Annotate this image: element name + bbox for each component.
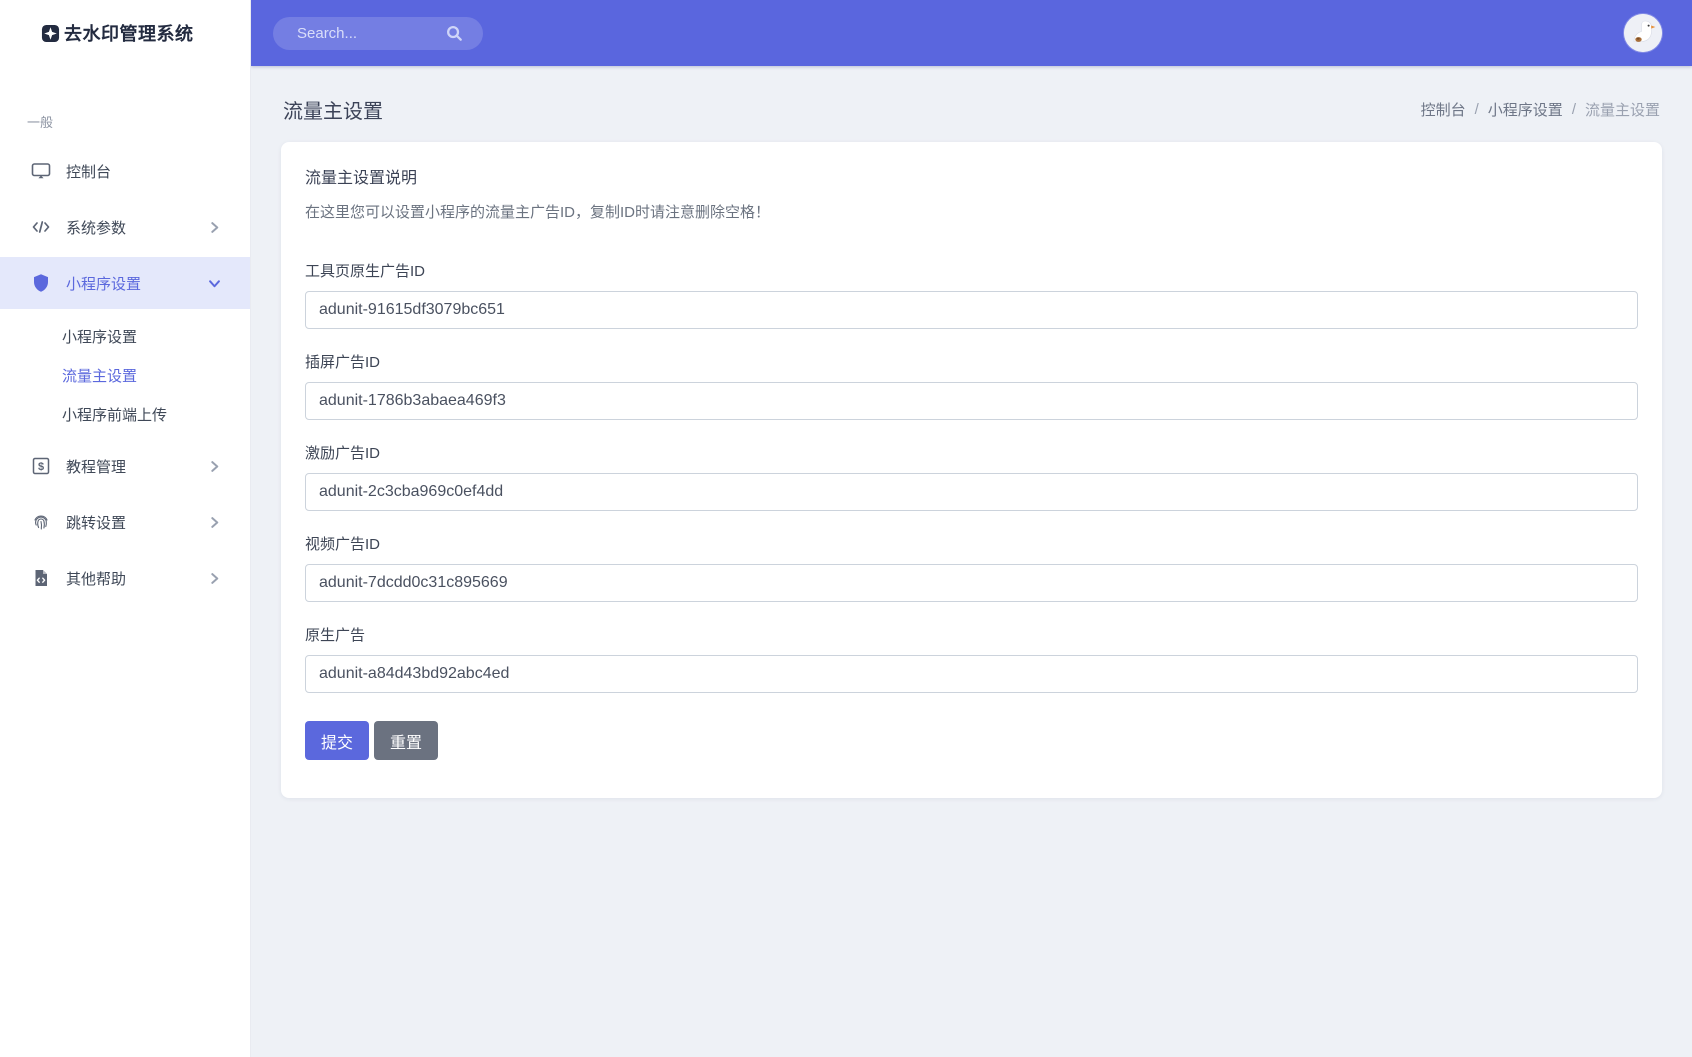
logo-shield-icon bbox=[41, 24, 60, 42]
sidebar-item-label: 教程管理 bbox=[66, 458, 127, 476]
breadcrumb-separator: / bbox=[1571, 100, 1576, 118]
settings-card: 流量主设置说明 在这里您可以设置小程序的流量主广告ID，复制ID时请注意删除空格… bbox=[281, 142, 1662, 798]
video-ad-input[interactable] bbox=[305, 564, 1638, 602]
chevron-right-icon bbox=[211, 221, 219, 233]
code-icon bbox=[32, 221, 50, 233]
tool-native-ad-label: 工具页原生广告ID bbox=[305, 263, 426, 280]
sidebar-item-label: 小程序设置 bbox=[66, 275, 142, 293]
sidebar-item-other-help[interactable]: 其他帮助 bbox=[0, 552, 250, 604]
card-description: 在这里您可以设置小程序的流量主广告ID，复制ID时请注意删除空格！ bbox=[305, 204, 771, 221]
breadcrumb-separator: / bbox=[1474, 100, 1479, 118]
form-group-interstitial-ad: 插屏广告ID bbox=[305, 351, 1638, 420]
reset-button[interactable]: 重置 bbox=[374, 721, 439, 760]
video-ad-label: 视频广告ID bbox=[305, 536, 381, 553]
traffic-settings-form: 工具页原生广告ID 插屏广告ID 激励广告ID 视频广告ID 原生广告 提交 bbox=[305, 260, 1638, 760]
submit-button[interactable]: 提交 bbox=[305, 721, 370, 760]
app-logo[interactable]: 去水印管理系统 bbox=[0, 0, 250, 66]
app-title: 去水印管理系统 bbox=[64, 24, 194, 44]
goose-avatar-image bbox=[1624, 14, 1662, 52]
sidebar-nav: 控制台 系统参数 小程序设置 小程序设置 流量主设置 小程序前端上传 $ 教程管… bbox=[0, 145, 250, 604]
sidebar-item-label: 其他帮助 bbox=[66, 570, 127, 588]
fingerprint-icon bbox=[34, 515, 48, 530]
sidebar: 去水印管理系统 一般 控制台 系统参数 小程序设置 小程序设置 流量主设置 小程… bbox=[0, 0, 251, 1057]
form-group-tool-native-ad: 工具页原生广告ID bbox=[305, 260, 1638, 329]
interstitial-ad-input[interactable] bbox=[305, 382, 1638, 420]
sidebar-item-label: 系统参数 bbox=[66, 219, 127, 237]
shield-icon bbox=[34, 274, 48, 292]
chevron-right-icon bbox=[211, 460, 219, 472]
reward-ad-input[interactable] bbox=[305, 473, 1638, 511]
breadcrumb-item-console[interactable]: 控制台 bbox=[1421, 99, 1466, 120]
top-header bbox=[251, 0, 1692, 66]
sidebar-subitem-label: 流量主设置 bbox=[62, 368, 138, 385]
sidebar-subitem-miniprogram-settings[interactable]: 小程序设置 bbox=[0, 317, 250, 356]
chevron-down-icon bbox=[209, 279, 220, 287]
form-group-native-ad: 原生广告 bbox=[305, 624, 1638, 693]
sidebar-subitem-label: 小程序设置 bbox=[62, 329, 138, 346]
sidebar-submenu: 小程序设置 流量主设置 小程序前端上传 bbox=[0, 313, 250, 440]
sidebar-subitem-frontend-upload[interactable]: 小程序前端上传 bbox=[0, 395, 250, 434]
file-code-icon bbox=[35, 570, 47, 586]
breadcrumb-item-current: 流量主设置 bbox=[1584, 101, 1660, 119]
breadcrumb: 控制台 / 小程序设置 / 流量主设置 bbox=[1421, 99, 1660, 120]
monitor-icon bbox=[31, 163, 51, 179]
sidebar-item-label: 跳转设置 bbox=[66, 514, 127, 532]
sidebar-item-miniprogram-settings[interactable]: 小程序设置 bbox=[0, 257, 250, 309]
form-group-video-ad: 视频广告ID bbox=[305, 533, 1638, 602]
form-actions: 提交 重置 bbox=[305, 721, 1638, 760]
search-input[interactable] bbox=[297, 24, 438, 42]
chevron-right-icon bbox=[211, 516, 219, 528]
chevron-right-icon bbox=[211, 572, 219, 584]
sidebar-subitem-traffic-settings[interactable]: 流量主设置 bbox=[0, 356, 250, 395]
sidebar-item-redirect-settings[interactable]: 跳转设置 bbox=[0, 496, 250, 548]
user-avatar[interactable] bbox=[1624, 14, 1662, 52]
svg-text:$: $ bbox=[38, 461, 44, 473]
card-heading: 流量主设置说明 bbox=[305, 170, 418, 187]
search-icon[interactable] bbox=[446, 25, 463, 42]
sidebar-item-tutorial-management[interactable]: $ 教程管理 bbox=[0, 440, 250, 492]
native-ad-label: 原生广告 bbox=[305, 627, 366, 644]
sidebar-item-system-params[interactable]: 系统参数 bbox=[0, 201, 250, 253]
breadcrumb-item-miniprogram-settings[interactable]: 小程序设置 bbox=[1488, 99, 1563, 120]
page-header: 流量主设置 控制台 / 小程序设置 / 流量主设置 bbox=[281, 66, 1662, 142]
page-title: 流量主设置 bbox=[283, 100, 383, 123]
form-group-reward-ad: 激励广告ID bbox=[305, 442, 1638, 511]
dollar-square-icon: $ bbox=[32, 457, 50, 475]
tool-native-ad-input[interactable] bbox=[305, 291, 1638, 329]
reward-ad-label: 激励广告ID bbox=[305, 445, 381, 462]
interstitial-ad-label: 插屏广告ID bbox=[305, 354, 381, 371]
sidebar-item-label: 控制台 bbox=[66, 163, 112, 181]
sidebar-item-console[interactable]: 控制台 bbox=[0, 145, 250, 197]
nav-section-label: 一般 bbox=[27, 115, 54, 130]
search-box[interactable] bbox=[273, 16, 483, 50]
main-content: 流量主设置 控制台 / 小程序设置 / 流量主设置 流量主设置说明 在这里您可以… bbox=[251, 66, 1692, 1057]
native-ad-input[interactable] bbox=[305, 655, 1638, 693]
sidebar-subitem-label: 小程序前端上传 bbox=[62, 407, 168, 424]
